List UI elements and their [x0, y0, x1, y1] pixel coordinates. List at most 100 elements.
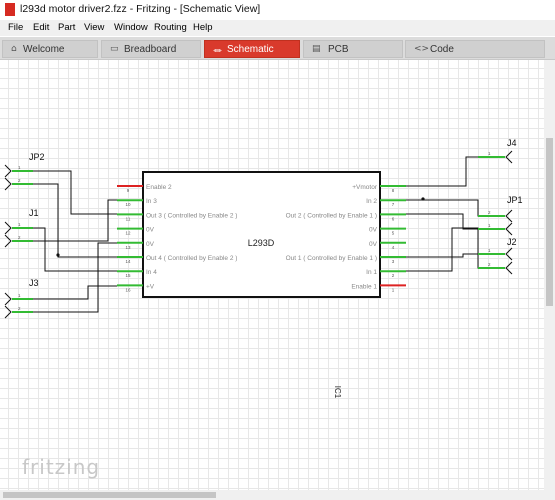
menu-help[interactable]: Help [193, 22, 213, 33]
tab-code[interactable]: <> Code [405, 40, 545, 58]
schematic-canvas[interactable]: L293D IC1 JP2 1 2 J1 1 2 J3 1 2 J4 1 JP1… [0, 60, 555, 500]
ic-pin-label: 0V [146, 241, 155, 248]
ic-pin-number: 8 [392, 188, 395, 193]
tab-breadboard[interactable]: ▭ Breadboard [101, 40, 201, 58]
ic-pin-label: In 4 [146, 269, 157, 276]
j3-pin-1: 1 [18, 293, 21, 298]
ic-pin-label: Enable 2 [146, 184, 172, 191]
jp2-pin-1: 1 [18, 165, 21, 170]
junction-dot-left [56, 253, 60, 257]
j1-pin-1: 1 [18, 222, 21, 227]
ic-pin-number: 6 [392, 216, 395, 221]
ic-pin-label: Enable 1 [351, 283, 377, 290]
wire-j2-2 [406, 227, 489, 272]
ic-name: L293D [248, 238, 275, 248]
j2-pin-2: 2 [488, 262, 491, 267]
menu-routing[interactable]: Routing [154, 22, 187, 33]
code-icon: <> [414, 44, 430, 54]
ic-pin-number: 1 [392, 287, 395, 292]
ic-pin-number: 13 [125, 245, 131, 250]
tab-pcb-label: PCB [328, 44, 349, 55]
tab-welcome-label: Welcome [23, 44, 65, 55]
wire-jp1-1 [406, 213, 489, 230]
ic-pin-number: 14 [125, 259, 131, 264]
jp1-pin-1: 1 [488, 223, 491, 228]
j1-pin-2: 2 [18, 235, 21, 240]
ic-pin-number: 5 [392, 231, 395, 236]
j3-label: J3 [29, 278, 39, 288]
ic-pin-label: In 2 [366, 198, 377, 205]
ic-pin-label: 0V [369, 241, 378, 248]
ic-pin-number: 7 [392, 202, 395, 207]
j4-pin-1: 1 [488, 151, 491, 156]
menu-view[interactable]: View [84, 22, 104, 33]
wire-j1-2 [33, 199, 117, 242]
ic-pin-number: 3 [392, 259, 395, 264]
wire-j3-2 [33, 242, 117, 313]
ic-pin-label: Out 4 ( Controlled by Enable 2 ) [146, 255, 237, 262]
connector-arrows-left [4, 164, 12, 319]
j4-label: J4 [507, 138, 517, 148]
ic-pin-number: 15 [125, 273, 131, 278]
view-tab-bar: ⌂ Welcome ▭ Breadboard ⏛ Schematic ▤ PCB… [0, 37, 555, 60]
ic-pin-number: 16 [125, 287, 131, 292]
ic-pin-label: +Vmotor [352, 184, 378, 191]
pcb-icon: ▤ [312, 44, 321, 54]
ic-pin-label: Out 1 ( Controlled by Enable 1 ) [286, 255, 377, 262]
breadboard-icon: ▭ [110, 44, 119, 54]
tab-schematic-label: Schematic [227, 44, 274, 55]
ic-pin-label: +V [146, 283, 155, 290]
ic-pin-number: 11 [126, 216, 131, 221]
fritzing-app-icon [5, 3, 15, 16]
title-bar: l293d motor driver2.fzz - Fritzing - [Sc… [0, 0, 555, 20]
menu-file[interactable]: File [8, 22, 23, 33]
j2-pin-1: 1 [488, 248, 491, 253]
jp2-label: JP2 [29, 152, 45, 162]
vertical-scroll-thumb[interactable] [546, 138, 553, 306]
wire-j2-1 [406, 253, 489, 258]
tab-welcome[interactable]: ⌂ Welcome [2, 40, 98, 58]
horizontal-scroll-thumb[interactable] [3, 492, 216, 498]
schematic-drawing: L293D IC1 JP2 1 2 J1 1 2 J3 1 2 J4 1 JP1… [4, 138, 523, 399]
jp1-label: JP1 [507, 195, 523, 205]
schematic-icon: ⏛ [213, 47, 223, 57]
ic-body[interactable] [142, 171, 381, 298]
connector-pins-left [12, 170, 33, 313]
ic-pin-number: 12 [125, 231, 131, 236]
ic-pin-label: Out 2 ( Controlled by Enable 1 ) [286, 212, 377, 219]
ic-pin-label: 0V [146, 227, 155, 234]
jp1-pin-2: 2 [488, 210, 491, 215]
wire-jp2-2 [33, 183, 117, 258]
wire-j4-1 [406, 156, 493, 187]
junction-dot [421, 197, 425, 201]
ic-reference: IC1 [333, 386, 342, 399]
ic-pin-number: 4 [392, 245, 395, 250]
tab-schematic[interactable]: ⏛ Schematic [204, 40, 300, 58]
fritzing-watermark: fritzing [22, 455, 101, 479]
ic-pin-number: 2 [392, 273, 395, 278]
j1-label: J1 [29, 208, 39, 218]
j3-pin-2: 2 [18, 306, 21, 311]
menu-window[interactable]: Window [114, 22, 148, 33]
connector-pins-right [478, 156, 505, 269]
menu-bar: File Edit Part View Window Routing Help [0, 20, 555, 36]
menu-part[interactable]: Part [58, 22, 75, 33]
ic-pin-label: 0V [369, 227, 378, 234]
jp2-pin-2: 2 [18, 178, 21, 183]
ic-pin-label: In 3 [146, 198, 157, 205]
ic-pin-label: Out 3 ( Controlled by Enable 2 ) [146, 212, 237, 219]
wire-j1-1 [33, 227, 117, 272]
tab-pcb[interactable]: ▤ PCB [303, 40, 403, 58]
menu-edit[interactable]: Edit [33, 22, 49, 33]
wire-jp2-1 [33, 170, 117, 215]
home-icon: ⌂ [11, 44, 17, 54]
tab-breadboard-label: Breadboard [124, 44, 177, 55]
ic-pin-label: In 1 [366, 269, 377, 276]
ic-pin-number: 9 [127, 188, 130, 193]
window-title: l293d motor driver2.fzz - Fritzing - [Sc… [20, 3, 261, 15]
ic-pin-number: 10 [125, 202, 131, 207]
tab-code-label: Code [430, 44, 454, 55]
connector-arrows-right [505, 150, 513, 275]
j2-label: J2 [507, 237, 517, 247]
wire-j3-1 [33, 285, 117, 300]
